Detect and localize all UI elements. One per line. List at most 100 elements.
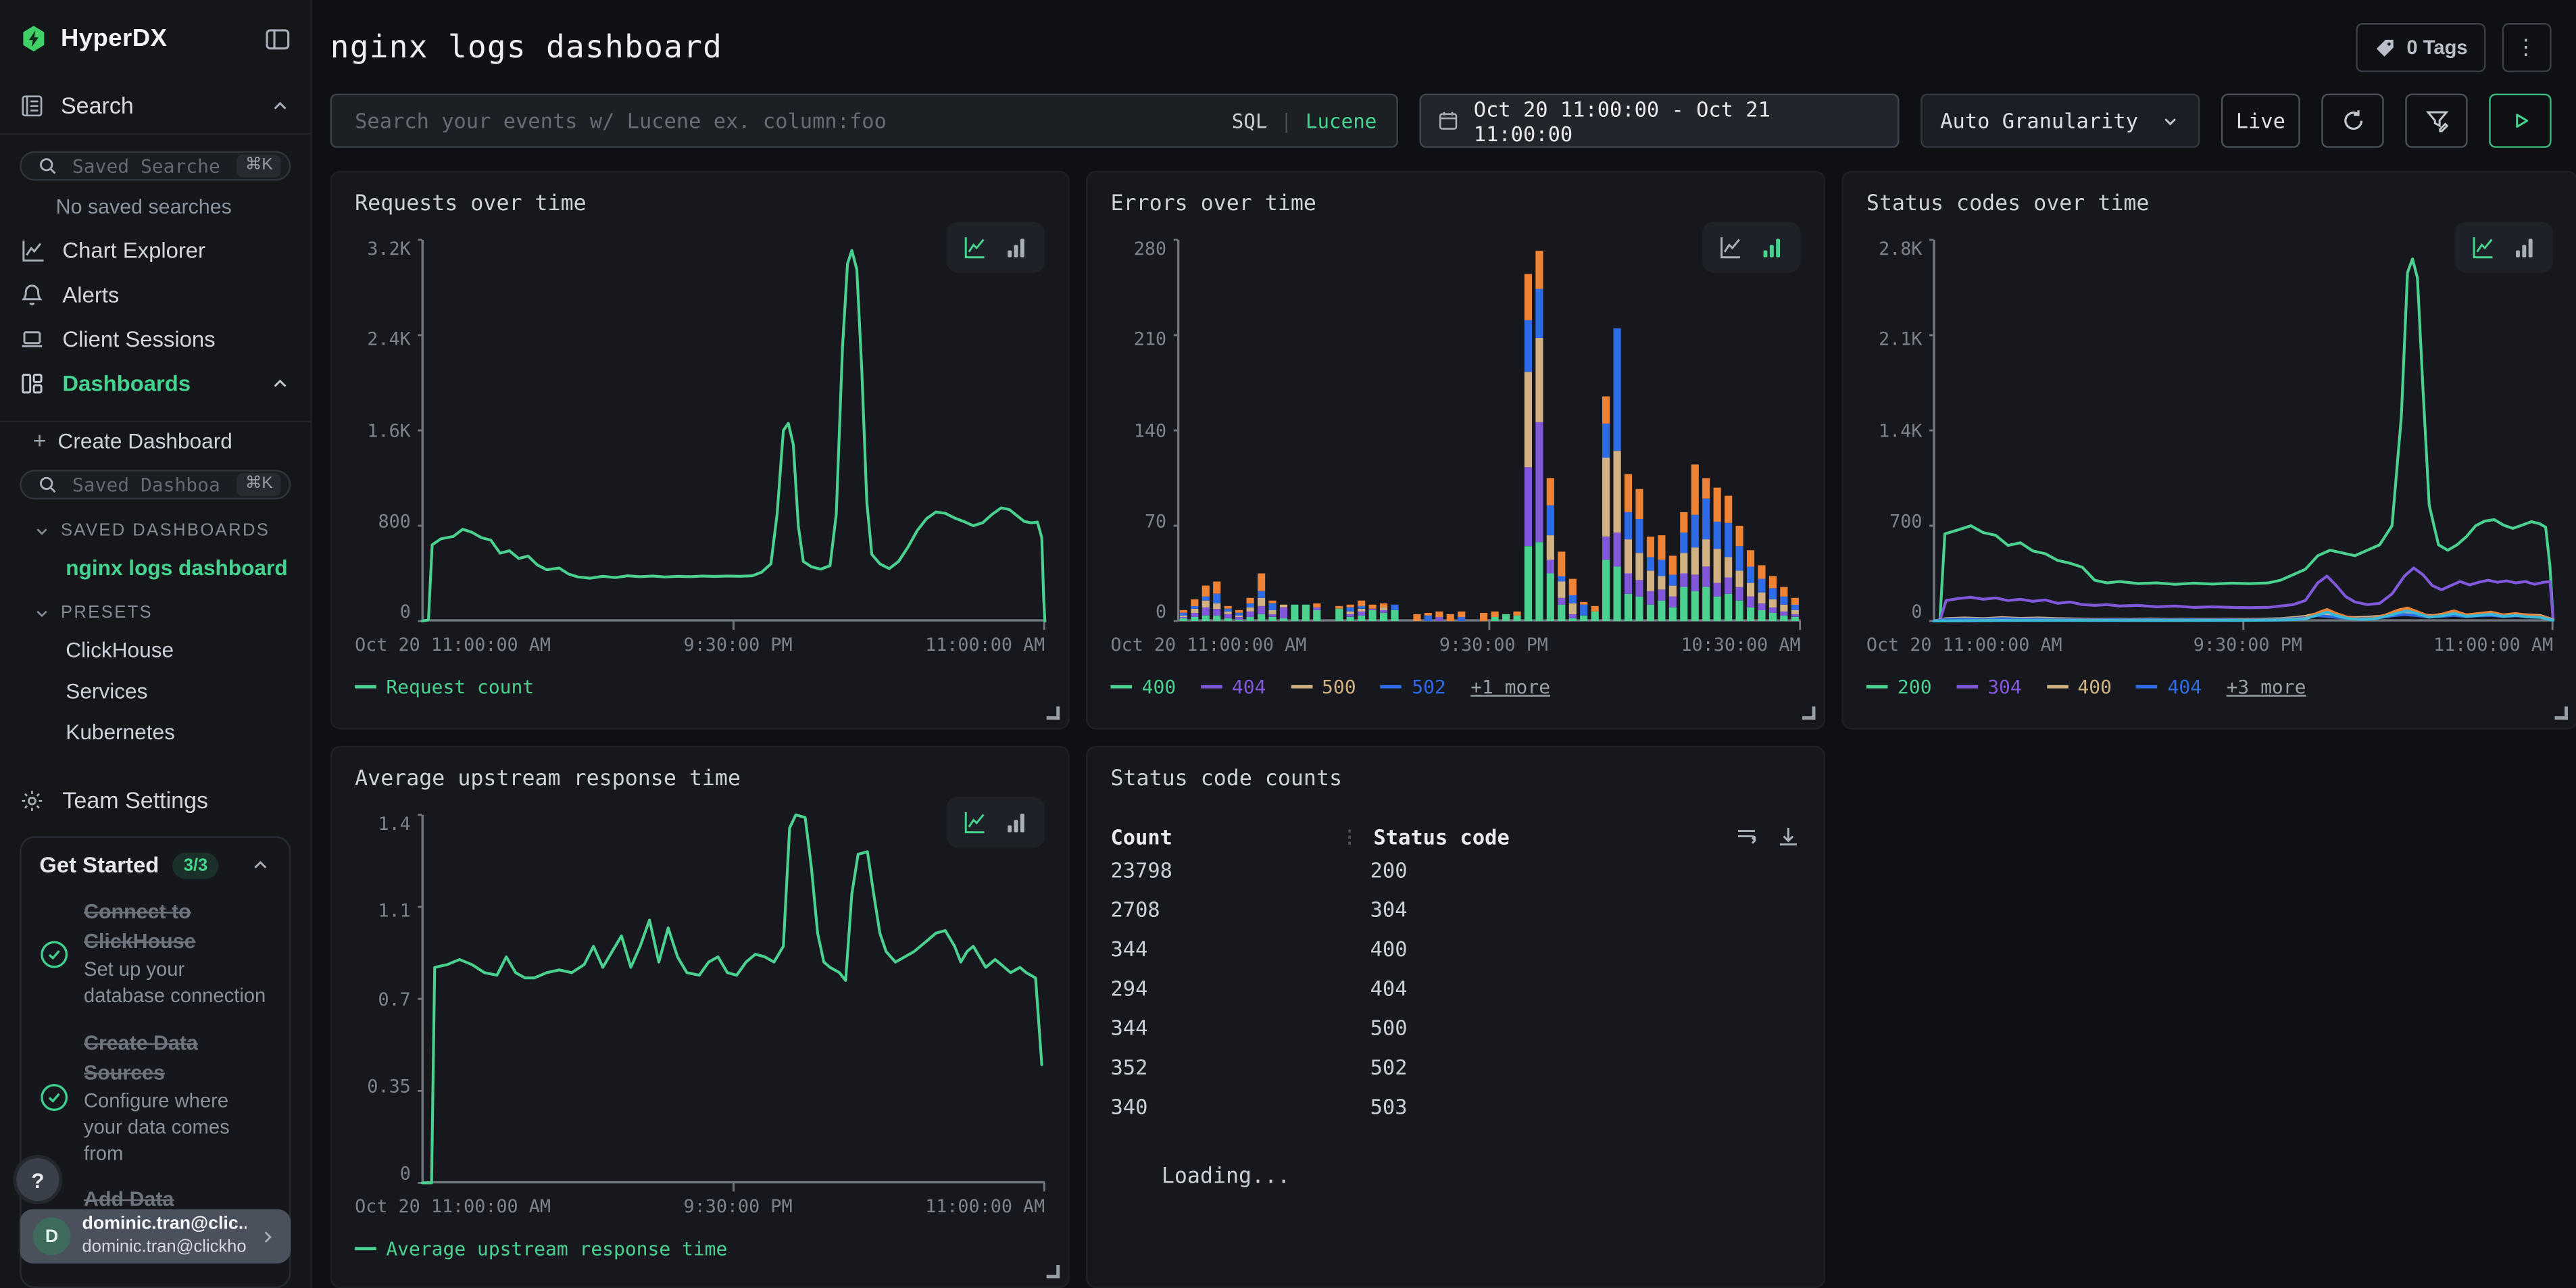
dashboard-menu-button[interactable]: ⋮ (2502, 23, 2552, 72)
table-options-icon[interactable] (1735, 824, 1759, 849)
table-row: 344500 (1110, 1009, 1800, 1047)
saved-dashboards-input[interactable]: ⌘K (20, 470, 291, 500)
x-axis: Oct 20 11:00:00 AM9:30:00 PM11:00:00 AM (1866, 634, 2553, 655)
legend-item[interactable]: 502 (1381, 675, 1446, 698)
sidebar: HyperDX Search ⌘K No saved searches (0, 0, 312, 1288)
sidebar-item-alerts[interactable]: Alerts (0, 272, 310, 317)
bar-chart-icon[interactable] (1004, 235, 1028, 259)
group-header-label: SAVED DASHBOARDS (61, 521, 270, 541)
legend-item[interactable]: 500 (1291, 675, 1356, 698)
line-chart-icon[interactable] (1718, 235, 1743, 259)
legend-more-link[interactable]: +3 more (2227, 675, 2306, 698)
resize-handle[interactable] (2555, 706, 2568, 719)
get-started-step-connect[interactable]: Connect to ClickHouse Set up your databa… (39, 897, 271, 1010)
resize-handle[interactable] (1047, 1265, 1060, 1278)
sidebar-item-search[interactable]: Search (0, 92, 310, 118)
create-dashboard-button[interactable]: + Create Dashboard (0, 428, 310, 454)
download-icon[interactable] (1776, 824, 1800, 849)
plus-icon: + (33, 428, 47, 454)
date-range-picker[interactable]: Oct 20 11:00:00 - Oct 21 11:00:00 (1420, 94, 1900, 148)
sidebar-item-client-sessions[interactable]: Client Sessions (0, 316, 310, 361)
search-input[interactable] (351, 107, 1215, 134)
line-chart-icon[interactable] (2471, 235, 2496, 259)
bell-icon (20, 282, 44, 306)
y-axis: 1.41.10.70.350 (355, 815, 422, 1183)
live-button[interactable]: Live (2221, 94, 2300, 148)
panel-title: Requests over time (355, 192, 1045, 216)
chart-panel-errors-over-time: Errors over time 280210140700 (1086, 171, 1825, 730)
legend-label: 400 (1142, 675, 1176, 698)
tags-button[interactable]: 0 Tags (2356, 23, 2485, 72)
refresh-button[interactable] (2321, 94, 2383, 148)
granularity-select[interactable]: Auto Granularity (1921, 94, 2200, 148)
sidebar-item-clickhouse[interactable]: ClickHouse (0, 636, 310, 664)
bar-chart-icon[interactable] (1004, 810, 1028, 835)
user-menu[interactable]: D dominic.tran@clic... dominic.tran@clic… (20, 1209, 291, 1263)
legend-label: 404 (1232, 675, 1266, 698)
legend-item[interactable]: 304 (1956, 675, 2022, 698)
sidebar-item-label: Dashboards (62, 371, 251, 395)
chart-area: 3.2K2.4K1.6K8000 (355, 240, 1045, 621)
legend-more-link[interactable]: +1 more (1470, 675, 1550, 698)
sidebar-item-dashboards[interactable]: Dashboards (0, 361, 310, 405)
sidebar-item-services[interactable]: Services (0, 677, 310, 705)
no-saved-searches-text: No saved searches (56, 195, 311, 218)
legend-item[interactable]: 400 (1110, 675, 1176, 698)
table-row: 294404 (1110, 969, 1800, 1007)
column-header-count[interactable]: Count (1110, 824, 1340, 849)
sidebar-nav: Chart Explorer Alerts Client Sessions Da… (0, 228, 310, 405)
legend-item[interactable]: 200 (1866, 675, 1932, 698)
loading-indicator: Loading... (1162, 1165, 1801, 1189)
legend-item[interactable]: Request count (355, 675, 534, 698)
event-search-bar[interactable]: SQL | Lucene (330, 94, 1398, 148)
bar-chart-icon[interactable] (2512, 235, 2536, 259)
get-started-step-sources[interactable]: Create Data Sources Configure where your… (39, 1029, 271, 1167)
legend-label: 304 (1987, 675, 2022, 698)
legend-item[interactable]: Average upstream response time (355, 1237, 727, 1260)
table-row: 2708304 (1110, 891, 1800, 928)
resize-handle[interactable] (1802, 706, 1815, 719)
date-range-value: Oct 20 11:00:00 - Oct 21 11:00:00 (1474, 96, 1881, 145)
bar-chart-icon[interactable] (1760, 235, 1784, 259)
saved-searches-input[interactable]: ⌘K (20, 151, 291, 180)
tags-button-label: 0 Tags (2406, 36, 2467, 59)
panel-title: Errors over time (1110, 192, 1800, 216)
saved-searches-field[interactable] (69, 152, 226, 178)
get-started-title: Get Started (39, 853, 159, 878)
sidebar-item-chart-explorer[interactable]: Chart Explorer (0, 228, 310, 272)
toggle-divider: | (1281, 109, 1293, 132)
get-started-header[interactable]: Get Started 3/3 (39, 852, 271, 879)
filter-button[interactable] (2405, 94, 2467, 148)
resize-handle[interactable] (1047, 706, 1060, 719)
chevron-down-icon (2160, 111, 2180, 130)
legend-item[interactable]: 404 (1201, 675, 1266, 698)
run-query-button[interactable] (2489, 94, 2551, 148)
legend-item[interactable]: 404 (2136, 675, 2202, 698)
sidebar-item-kubernetes[interactable]: Kubernetes (0, 718, 310, 746)
chart-line-icon (20, 238, 44, 262)
lucene-toggle[interactable]: Lucene (1306, 109, 1377, 132)
brand-name: HyperDX (61, 24, 251, 52)
collapse-sidebar-icon[interactable] (264, 26, 291, 52)
line-chart-icon[interactable] (963, 810, 987, 835)
chart-panel-requests-over-time: Requests over time 3.2K2.4K1.6K8000 (330, 171, 1070, 730)
saved-dashboards-field[interactable] (69, 472, 226, 498)
saved-dashboards-group-header[interactable]: SAVED DASHBOARDS (0, 521, 310, 541)
sidebar-item-label: Team Settings (62, 788, 291, 814)
plot-area (422, 240, 1045, 621)
help-button[interactable]: ? (13, 1155, 62, 1204)
legend-item[interactable]: 400 (2046, 675, 2112, 698)
sidebar-item-nginx-logs-dashboard[interactable]: nginx logs dashboard (0, 554, 310, 582)
column-resize-handle[interactable]: ⋮ (1341, 826, 1357, 848)
sidebar-item-team-settings[interactable]: Team Settings (0, 787, 310, 814)
presets-group-header[interactable]: PRESETS (0, 603, 310, 623)
granularity-value: Auto Granularity (1940, 108, 2138, 132)
line-chart-icon[interactable] (963, 235, 987, 259)
step-desc: Configure where your data comes from (84, 1089, 271, 1167)
legend-label: 500 (1322, 675, 1356, 698)
chart-area: 280210140700 (1110, 240, 1800, 621)
y-axis: 3.2K2.4K1.6K8000 (355, 240, 422, 621)
column-header-status-code[interactable]: Status code (1373, 824, 1509, 849)
sidebar-item-label: Search (61, 92, 253, 118)
sql-toggle[interactable]: SQL (1232, 109, 1268, 132)
